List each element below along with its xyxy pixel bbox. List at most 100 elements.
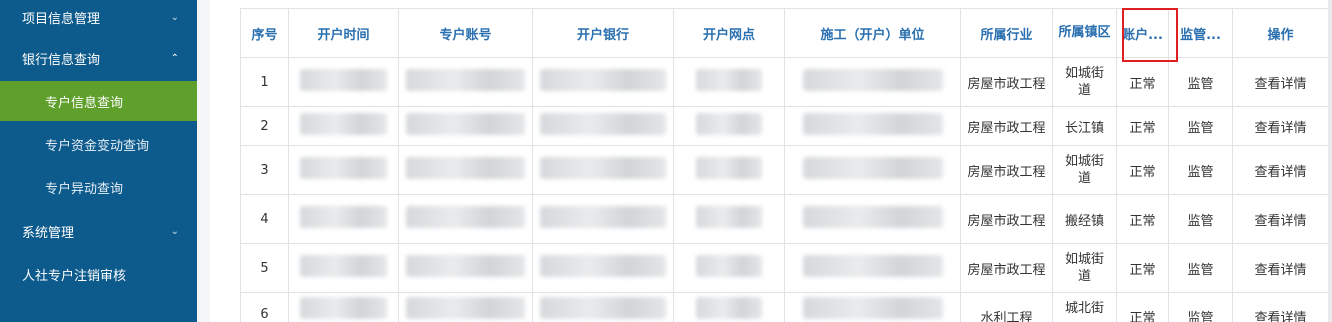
cell-contractor xyxy=(784,106,961,146)
cell-open-time xyxy=(288,243,399,293)
redacted-value xyxy=(802,157,943,179)
col-header-industry[interactable]: 所属行业 xyxy=(960,8,1053,58)
cell-branch xyxy=(673,106,785,146)
col-header-town[interactable]: 所属镇区 xyxy=(1052,8,1117,58)
col-header-account-no[interactable]: 专户账号 xyxy=(398,8,533,58)
cell-no: 1 xyxy=(240,57,289,107)
redacted-value xyxy=(299,297,388,319)
col-header-branch[interactable]: 开户网点 xyxy=(673,8,785,58)
redacted-value xyxy=(299,69,388,91)
cell-account-no xyxy=(398,57,533,107)
chevron-down-icon: ⌄ xyxy=(170,11,179,23)
cell-no: 6 xyxy=(240,292,289,322)
col-header-account-status[interactable]: 账户... xyxy=(1116,8,1169,58)
col-header-action[interactable]: 操作 xyxy=(1232,8,1329,58)
cell-account-no xyxy=(398,106,533,146)
sidebar-item-label: 专户信息查询 xyxy=(45,95,124,111)
redacted-value xyxy=(802,297,943,319)
table-row: 1 房屋市政工程 如城街道 正常 监管 查看详情 xyxy=(240,57,1329,107)
chevron-down-icon: ⌄ xyxy=(170,225,179,237)
sidebar-item-system-management[interactable]: 系统管理 ⌄ xyxy=(0,211,197,251)
redacted-value xyxy=(299,206,388,228)
cell-bank xyxy=(532,292,674,322)
account-table: 序号 开户时间 专户账号 开户银行 开户网点 施工（开户）单位 所属行业 所属镇… xyxy=(240,8,1329,322)
redacted-value xyxy=(540,255,666,277)
cell-branch xyxy=(673,194,785,244)
redacted-value xyxy=(405,297,526,319)
table-row: 4 房屋市政工程 搬经镇 正常 监管 查看详情 xyxy=(240,194,1329,244)
sidebar-item-account-info[interactable]: 专户信息查询 xyxy=(0,81,197,121)
scrollbar-edge[interactable] xyxy=(1328,0,1332,322)
cell-open-time xyxy=(288,145,399,195)
redacted-value xyxy=(696,255,762,277)
cell-industry: 房屋市政工程 xyxy=(960,194,1053,244)
sidebar-item-bank-info[interactable]: 银行信息查询 ⌃ xyxy=(0,38,197,78)
view-details-link[interactable]: 查看详情 xyxy=(1232,194,1329,244)
cell-status: 正常 xyxy=(1116,145,1169,195)
col-header-no[interactable]: 序号 xyxy=(240,8,289,58)
cell-supervise: 监管 xyxy=(1168,57,1233,107)
cell-account-no xyxy=(398,145,533,195)
cell-contractor xyxy=(784,145,961,195)
redacted-value xyxy=(696,69,762,91)
view-details-link[interactable]: 查看详情 xyxy=(1232,106,1329,146)
chevron-up-icon: ⌃ xyxy=(170,52,179,64)
cell-contractor xyxy=(784,292,961,322)
cell-supervise: 监管 xyxy=(1168,145,1233,195)
view-details-link[interactable]: 查看详情 xyxy=(1232,292,1329,322)
col-header-contractor[interactable]: 施工（开户）单位 xyxy=(784,8,961,58)
sidebar-item-account-anomaly[interactable]: 专户异动查询 xyxy=(0,167,197,207)
redacted-value xyxy=(405,113,526,135)
view-details-link[interactable]: 查看详情 xyxy=(1232,243,1329,293)
cell-town: 城北街 xyxy=(1052,292,1117,322)
table-header-row: 序号 开户时间 专户账号 开户银行 开户网点 施工（开户）单位 所属行业 所属镇… xyxy=(240,8,1329,58)
cell-industry: 水利工程 xyxy=(960,292,1053,322)
table-row: 5 房屋市政工程 如城街道 正常 监管 查看详情 xyxy=(240,243,1329,293)
cell-town: 如城街道 xyxy=(1052,145,1117,195)
cell-town: 长江镇 xyxy=(1052,106,1117,146)
sidebar-item-project-info[interactable]: 项目信息管理 ⌄ xyxy=(0,0,197,34)
cell-industry: 房屋市政工程 xyxy=(960,106,1053,146)
redacted-value xyxy=(696,157,762,179)
redacted-value xyxy=(802,206,943,228)
cell-contractor xyxy=(784,243,961,293)
cell-industry: 房屋市政工程 xyxy=(960,57,1053,107)
table-row: 2 房屋市政工程 长江镇 正常 监管 查看详情 xyxy=(240,106,1329,146)
redacted-value xyxy=(299,255,388,277)
sidebar-item-fund-change[interactable]: 专户资金变动查询 xyxy=(0,124,197,164)
redacted-value xyxy=(540,113,666,135)
cell-open-time xyxy=(288,106,399,146)
redacted-value xyxy=(802,255,943,277)
cell-bank xyxy=(532,194,674,244)
content-gutter xyxy=(197,0,210,322)
redacted-value xyxy=(405,255,526,277)
sidebar-item-cancel-review[interactable]: 人社专户注销审核 xyxy=(0,254,197,294)
main-content: 序号 开户时间 专户账号 开户银行 开户网点 施工（开户）单位 所属行业 所属镇… xyxy=(210,0,1332,322)
redacted-value xyxy=(540,157,666,179)
cell-branch xyxy=(673,292,785,322)
col-header-open-time[interactable]: 开户时间 xyxy=(288,8,399,58)
redacted-value xyxy=(299,113,388,135)
redacted-value xyxy=(540,297,666,319)
redacted-value xyxy=(405,69,526,91)
view-details-link[interactable]: 查看详情 xyxy=(1232,145,1329,195)
cell-status: 正常 xyxy=(1116,57,1169,107)
redacted-value xyxy=(696,297,762,319)
col-header-bank[interactable]: 开户银行 xyxy=(532,8,674,58)
sidebar-item-label: 专户资金变动查询 xyxy=(45,138,150,154)
cell-open-time xyxy=(288,292,399,322)
col-header-supervision[interactable]: 监管... xyxy=(1168,8,1233,58)
cell-bank xyxy=(532,243,674,293)
cell-status: 正常 xyxy=(1116,292,1169,322)
cell-town: 如城街道 xyxy=(1052,243,1117,293)
cell-no: 2 xyxy=(240,106,289,146)
cell-supervise: 监管 xyxy=(1168,292,1233,322)
view-details-link[interactable]: 查看详情 xyxy=(1232,57,1329,107)
cell-industry: 房屋市政工程 xyxy=(960,145,1053,195)
cell-no: 4 xyxy=(240,194,289,244)
cell-bank xyxy=(532,145,674,195)
cell-branch xyxy=(673,57,785,107)
redacted-value xyxy=(299,157,388,179)
cell-account-no xyxy=(398,292,533,322)
cell-account-no xyxy=(398,194,533,244)
